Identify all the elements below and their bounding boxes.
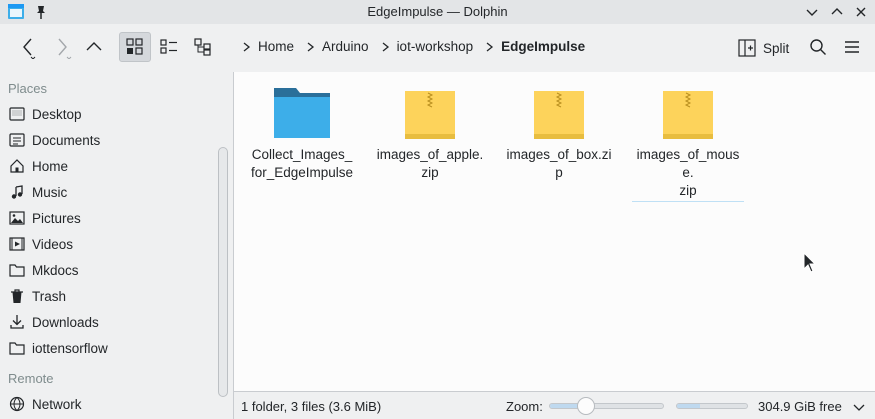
breadcrumb-edgeimpulse[interactable]: EdgeImpulse [501, 39, 585, 54]
folder-icon [270, 84, 334, 140]
up-button[interactable] [82, 32, 106, 62]
free-space-text: 304.9 GiB free [758, 399, 842, 414]
arrow-up-icon [86, 42, 102, 51]
tree-view-icon [194, 38, 211, 56]
home-icon [8, 157, 26, 175]
search-icon [810, 39, 826, 55]
place-label: Desktop [32, 106, 82, 122]
place-label: Home [32, 158, 69, 174]
hamburger-menu-button[interactable] [840, 32, 864, 62]
compact-view-icon [160, 39, 177, 54]
title-bar: EdgeImpulse — Dolphin [0, 0, 875, 24]
icons-view-button[interactable] [119, 32, 151, 62]
arrow-left-icon [23, 38, 36, 59]
folder-icon [8, 261, 26, 279]
network-icon [8, 395, 26, 413]
file-item-collect-images-folder[interactable]: Collect_Images_ for_EdgeImpulse [246, 84, 358, 182]
place-label: Music [32, 184, 68, 200]
back-button[interactable] [14, 32, 40, 62]
downloads-icon [8, 313, 26, 331]
places-scrollbar[interactable] [218, 147, 228, 397]
places-section-title: Places [8, 81, 48, 96]
place-home[interactable]: Home [8, 155, 68, 177]
place-label: Videos [32, 236, 74, 252]
file-item-images-of-box[interactable]: images_of_box.zip [503, 84, 615, 182]
place-pictures[interactable]: Pictures [8, 207, 81, 229]
place-downloads[interactable]: Downloads [8, 311, 99, 333]
file-name: images_of_mouse. zip [632, 146, 744, 202]
place-trash[interactable]: Trash [8, 285, 66, 307]
place-label: iottensorflow [32, 340, 108, 356]
file-item-images-of-mouse[interactable]: images_of_mouse. zip [632, 84, 744, 202]
disk-space-bar[interactable] [676, 403, 748, 409]
place-label: Documents [32, 132, 101, 148]
file-name: images_of_box.zip [506, 147, 612, 180]
place-label: Network [32, 396, 82, 412]
search-button[interactable] [806, 32, 830, 62]
maximize-button[interactable] [828, 3, 846, 21]
zip-archive-icon [527, 84, 591, 140]
place-music[interactable]: Music [8, 181, 67, 203]
documents-icon [8, 131, 26, 149]
chevron-down-icon [806, 9, 818, 16]
file-name: Collect_Images_ for_EdgeImpulse [250, 147, 354, 180]
videos-icon [8, 235, 26, 253]
file-view[interactable]: Collect_Images_ for_EdgeImpulse images_o… [233, 72, 875, 391]
chevron-right-icon [240, 40, 254, 54]
places-panel: Places Desktop Documents Home Music Pict… [0, 71, 232, 419]
place-documents[interactable]: Documents [8, 129, 100, 151]
mouse-cursor-icon [803, 252, 817, 273]
place-label: Mkdocs [32, 262, 79, 278]
place-videos[interactable]: Videos [8, 233, 73, 255]
status-bar: 1 folder, 3 files (3.6 MiB) Zoom: 304.9 … [233, 391, 875, 419]
details-view-button[interactable] [189, 32, 217, 62]
file-item-images-of-apple[interactable]: images_of_apple. zip [374, 84, 486, 182]
breadcrumb: Home Arduino iot-workshop EdgeImpulse [236, 39, 591, 54]
arrow-right-icon [58, 38, 72, 59]
icons-view-icon [126, 38, 143, 55]
breadcrumb-iot-workshop[interactable]: iot-workshop [397, 39, 474, 54]
status-summary: 1 folder, 3 files (3.6 MiB) [241, 399, 382, 414]
split-view-icon [738, 39, 756, 57]
place-network[interactable]: Network [8, 393, 82, 415]
chevron-right-icon [379, 40, 393, 54]
compact-view-button[interactable] [155, 32, 183, 62]
window-title: EdgeImpulse — Dolphin [367, 4, 508, 19]
zoom-label: Zoom: [506, 399, 543, 414]
breadcrumb-arduino[interactable]: Arduino [322, 39, 369, 54]
chevron-up-icon [831, 8, 843, 15]
chevron-right-icon [483, 40, 497, 54]
chevron-down-icon[interactable] [852, 400, 866, 414]
forward-button[interactable] [50, 32, 76, 62]
minimize-button[interactable] [803, 3, 821, 21]
chevron-right-icon [304, 40, 318, 54]
place-mkdocs[interactable]: Mkdocs [8, 259, 79, 281]
split-label: Split [763, 40, 790, 56]
music-icon [8, 183, 26, 201]
toolbar: Home Arduino iot-workshop EdgeImpulse Sp… [0, 24, 875, 71]
zoom-slider-handle[interactable] [577, 397, 596, 415]
zip-archive-icon [398, 84, 462, 140]
trash-icon [8, 287, 26, 305]
place-desktop[interactable]: Desktop [8, 103, 82, 125]
zoom-slider[interactable] [549, 397, 664, 415]
file-name: images_of_apple. zip [376, 147, 484, 180]
place-label: Trash [32, 288, 67, 304]
zip-archive-icon [656, 84, 720, 140]
close-icon [856, 7, 866, 17]
hamburger-menu-icon [845, 41, 859, 53]
desktop-icon [8, 105, 26, 123]
place-label: Downloads [32, 314, 99, 330]
place-label: Pictures [32, 210, 81, 226]
folder-icon [8, 339, 26, 357]
close-button[interactable] [852, 3, 870, 21]
disk-space-fill [677, 404, 701, 408]
breadcrumb-home[interactable]: Home [258, 39, 294, 54]
place-iottensorflow[interactable]: iottensorflow [8, 337, 108, 359]
remote-section-title: Remote [8, 371, 54, 386]
pictures-icon [8, 209, 26, 227]
split-button[interactable]: Split [738, 37, 789, 59]
